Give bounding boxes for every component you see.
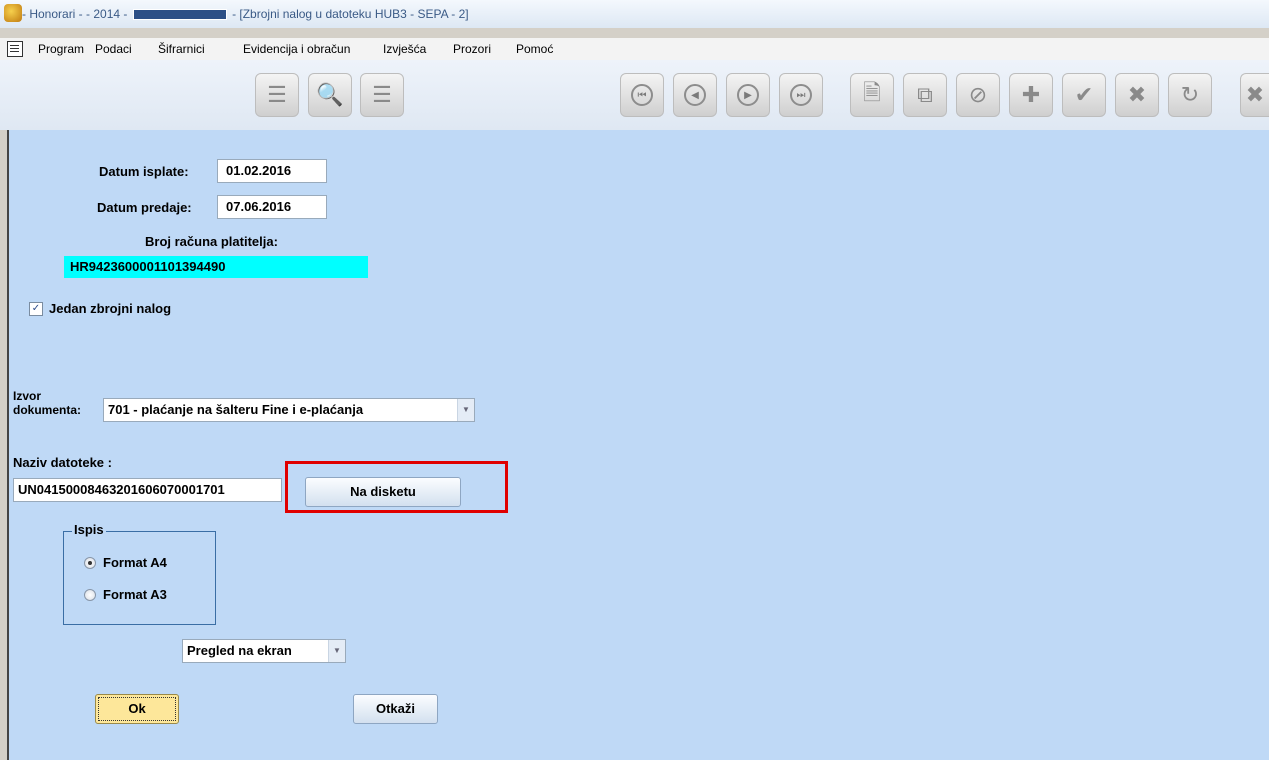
menu-pomoc[interactable]: Pomoć bbox=[516, 42, 553, 56]
na-disketu-button[interactable]: Na disketu bbox=[305, 477, 461, 507]
window-title-prefix: - Honorari - - 2014 - bbox=[22, 7, 128, 21]
jedan-zbrojni-checkbox[interactable]: ✓ bbox=[29, 302, 43, 316]
filter-icon[interactable]: ☰ bbox=[255, 73, 299, 117]
window-title: - Honorari - - 2014 - - [Zbrojni nalog u… bbox=[22, 7, 469, 21]
menu-podaci[interactable]: Podaci bbox=[95, 42, 132, 56]
format-a4-radio[interactable] bbox=[84, 557, 96, 569]
app-icon bbox=[4, 4, 22, 22]
window-menu-icon[interactable] bbox=[7, 41, 23, 57]
search-icon[interactable]: 🔍 bbox=[308, 73, 352, 117]
previous-record-icon[interactable]: ◀ bbox=[673, 73, 717, 117]
delete-icon[interactable]: ✖ bbox=[1115, 73, 1159, 117]
ispis-group bbox=[63, 531, 216, 625]
window-title-suffix: - [Zbrojni nalog u datoteku HUB3 - SEPA … bbox=[232, 7, 469, 21]
dialog-content bbox=[7, 130, 1269, 760]
jedan-zbrojni-label: Jedan zbrojni nalog bbox=[49, 301, 172, 316]
copy-document-icon[interactable]: ⧉ bbox=[903, 73, 947, 117]
menu-bar: Program Podaci Šifrarnici Evidencija i o… bbox=[0, 38, 1269, 60]
clear-filter-icon[interactable]: ✖ bbox=[1240, 73, 1269, 117]
menu-prozori[interactable]: Prozori bbox=[453, 42, 491, 56]
datum-isplate-label: Datum isplate: bbox=[99, 164, 189, 179]
confirm-icon[interactable]: ✔ bbox=[1062, 73, 1106, 117]
menu-sifrarnici[interactable]: Šifrarnici bbox=[158, 42, 205, 56]
format-a3-radio[interactable] bbox=[84, 589, 96, 601]
datum-isplate-field[interactable]: 01.02.2016 bbox=[217, 159, 327, 183]
add-icon[interactable]: ✚ bbox=[1009, 73, 1053, 117]
format-a4-label: Format A4 bbox=[103, 555, 167, 570]
izvor-dokumenta-select[interactable]: 701 - plaćanje na šalteru Fine i e-plaća… bbox=[103, 398, 475, 422]
pregled-value: Pregled na ekran bbox=[187, 643, 292, 658]
otkazi-button[interactable]: Otkaži bbox=[353, 694, 438, 724]
toolbar: ☰ 🔍 ☰ ⏮ ◀ ▶ ⏭ 🗎 ⧉ ⊘ ✚ ✔ ✖ ↻ ✖ bbox=[0, 60, 1269, 130]
broj-racuna-field[interactable]: HR9423600001101394490 bbox=[64, 256, 368, 278]
naziv-datoteke-field[interactable]: UN041500084632016060700017​01 bbox=[13, 478, 282, 502]
next-record-icon[interactable]: ▶ bbox=[726, 73, 770, 117]
cancel-icon[interactable]: ⊘ bbox=[956, 73, 1000, 117]
ispis-legend: Ispis bbox=[72, 522, 106, 537]
broj-racuna-label: Broj računa platitelja: bbox=[145, 234, 278, 249]
database-icon[interactable]: ☰ bbox=[360, 73, 404, 117]
new-document-icon[interactable]: 🗎 bbox=[850, 73, 894, 117]
ok-button[interactable]: Ok bbox=[95, 694, 179, 724]
first-record-icon[interactable]: ⏮ bbox=[620, 73, 664, 117]
izvor-label-1: Izvor bbox=[13, 389, 42, 403]
redacted-block bbox=[132, 9, 227, 21]
menu-program[interactable]: Program bbox=[38, 42, 84, 56]
pregled-select[interactable]: Pregled na ekran ▼ bbox=[182, 639, 346, 663]
menu-evidencija[interactable]: Evidencija i obračun bbox=[243, 42, 350, 56]
refresh-icon[interactable]: ↻ bbox=[1168, 73, 1212, 117]
format-a3-label: Format A3 bbox=[103, 587, 167, 602]
chevron-down-icon[interactable]: ▼ bbox=[457, 399, 474, 421]
last-record-icon[interactable]: ⏭ bbox=[779, 73, 823, 117]
datum-predaje-field[interactable]: 07.06.2016 bbox=[217, 195, 327, 219]
naziv-datoteke-label: Naziv datoteke : bbox=[13, 455, 112, 470]
menu-izvjesca[interactable]: Izvješća bbox=[383, 42, 426, 56]
chevron-down-icon[interactable]: ▼ bbox=[328, 640, 345, 662]
title-bar: - Honorari - - 2014 - - [Zbrojni nalog u… bbox=[0, 0, 1269, 28]
izvor-dokumenta-value: 701 - plaćanje na šalteru Fine i e-plaća… bbox=[108, 402, 364, 417]
izvor-label-2: dokumenta: bbox=[13, 403, 82, 417]
datum-predaje-label: Datum predaje: bbox=[97, 200, 192, 215]
